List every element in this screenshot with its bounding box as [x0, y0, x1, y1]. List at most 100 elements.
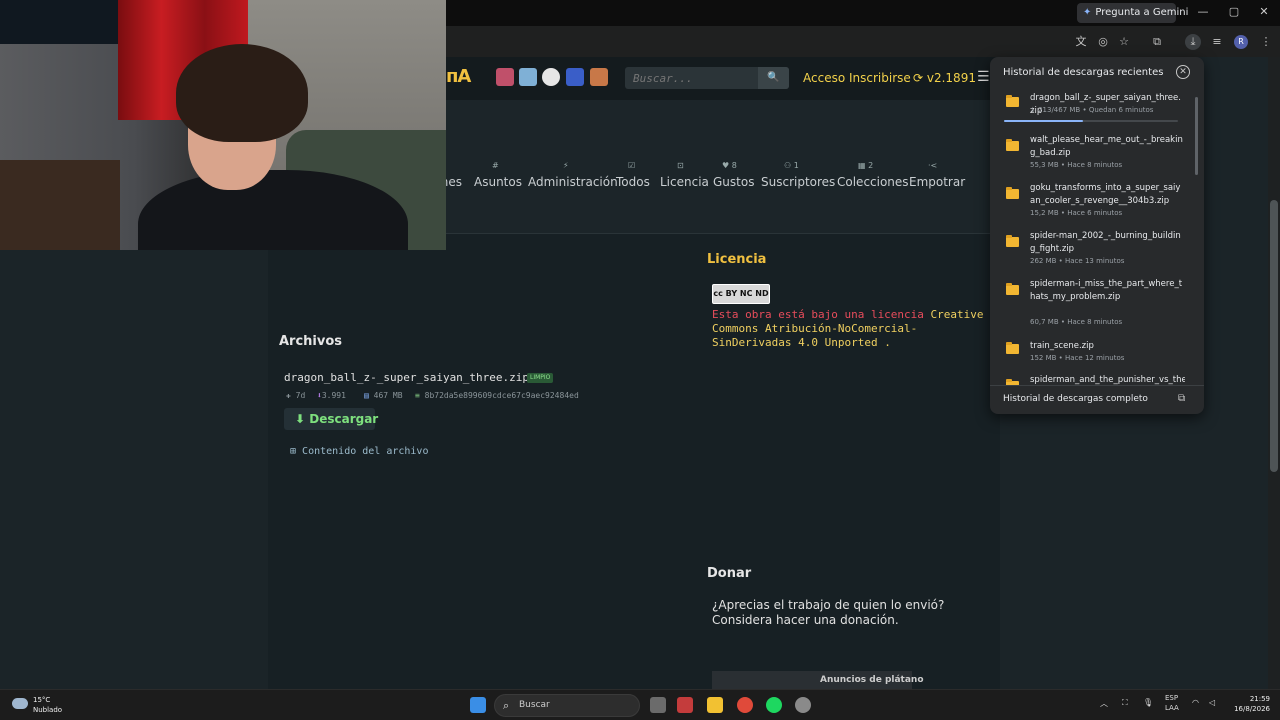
- tab-licencia[interactable]: Licencia: [660, 175, 709, 189]
- page-scrollbar-thumb[interactable]: [1270, 200, 1278, 472]
- tray-chevron-icon[interactable]: ︿: [1100, 698, 1108, 709]
- full-history-link[interactable]: Historial de descargas completo: [1003, 394, 1148, 404]
- downloads-icon[interactable]: ⤓: [1185, 34, 1201, 50]
- tab-suscriptores[interactable]: Suscriptores: [761, 175, 835, 189]
- search-input[interactable]: [633, 67, 757, 89]
- downloads-panel: Historial de descargas recientes ✕ drago…: [990, 57, 1204, 414]
- donate-title: Donar: [707, 566, 752, 581]
- close-icon[interactable]: ✕: [1176, 65, 1190, 79]
- sync-icon: ⟳: [913, 71, 927, 85]
- download-status: ↓ 213/467 MB • Quedan 6 minutos: [1030, 106, 1154, 114]
- download-name: train_scene.zip: [1030, 341, 1094, 351]
- profile-avatar[interactable]: R: [1234, 35, 1248, 49]
- weather-temp: 15°C: [33, 696, 51, 704]
- folder-icon: [1006, 342, 1019, 354]
- tab-partial[interactable]: nes: [446, 175, 462, 189]
- download-name: spiderman_and_the_punisher_vs_the_: [1030, 375, 1185, 385]
- download-status: 262 MB • Hace 13 minutos: [1030, 257, 1125, 265]
- tab-icon-licencia: ⊡: [677, 161, 684, 170]
- tab-gustos[interactable]: Gustos: [713, 175, 754, 189]
- downloads-list: dragon_ball_z-_super_saiyan_three.zip ↓ …: [990, 89, 1204, 385]
- translate-icon[interactable]: 文: [1073, 34, 1089, 50]
- signup-link[interactable]: Inscribirse: [849, 71, 911, 85]
- spotify-icon[interactable]: [766, 697, 782, 713]
- download-progress-fill: [1004, 120, 1084, 122]
- downloads-scrollbar[interactable]: [1195, 97, 1198, 175]
- clock-time: 21:59: [1249, 695, 1270, 703]
- extensions-icon[interactable]: ⧉: [1149, 34, 1165, 50]
- license-title: Licencia: [707, 252, 767, 267]
- close-window-button[interactable]: ✕: [1256, 5, 1272, 18]
- folder-icon: [1006, 283, 1019, 295]
- clock-plus-icon: ✚: [286, 391, 296, 400]
- language-indicator[interactable]: ESP LAA: [1165, 693, 1179, 713]
- folder-icon: [1006, 95, 1019, 107]
- download-name: dragon_ball_z-_super_saiyan_three.zip: [1030, 93, 1181, 116]
- cloud-icon[interactable]: [12, 698, 28, 709]
- files-title: Archivos: [279, 334, 343, 349]
- tab-icon-todos: ☑: [628, 161, 636, 170]
- file-age-value: 7d: [295, 391, 306, 400]
- webcam-overlay: [0, 0, 446, 250]
- download-status: 60,7 MB • Hace 8 minutos: [1030, 318, 1123, 326]
- volume-icon[interactable]: ◁: [1209, 698, 1215, 707]
- download-name: goku_transforms_into_a_super_saiyan_cool…: [1030, 183, 1181, 206]
- cc-license-badge[interactable]: cc BY NC ND: [712, 284, 770, 304]
- game-icon-1[interactable]: [496, 68, 514, 86]
- folder-icon: [1006, 235, 1019, 247]
- task-view-icon[interactable]: [650, 697, 666, 713]
- tab-asuntos[interactable]: Asuntos: [474, 175, 522, 189]
- site-logo[interactable]: ᴨA: [446, 67, 480, 87]
- game-icon-3[interactable]: [542, 68, 560, 86]
- search-icon: ⌕: [503, 699, 510, 712]
- download-name: spiderman-i_miss_the_part_where_thats_my…: [1030, 279, 1183, 302]
- wifi-icon[interactable]: ◠: [1192, 698, 1199, 707]
- file-size-value: 467 MB: [373, 391, 403, 400]
- file-size: ▤ 467 MB: [364, 391, 403, 400]
- game-icon-2[interactable]: [519, 68, 537, 86]
- minimize-button[interactable]: —: [1195, 5, 1211, 18]
- app-icon[interactable]: [677, 697, 693, 713]
- eye-off-icon[interactable]: ◎: [1095, 34, 1111, 50]
- weather-widget[interactable]: 15°C Nublado: [33, 695, 62, 715]
- tray-app-icon[interactable]: ⛶: [1122, 698, 1128, 708]
- taskbar-search-label: Buscar: [519, 700, 550, 710]
- taskbar-search[interactable]: ⌕ Buscar: [494, 694, 640, 717]
- download-arrow-icon: ⬇: [295, 412, 310, 426]
- file-explorer-icon[interactable]: [707, 697, 723, 713]
- hamburger-menu-icon[interactable]: ☰: [977, 69, 991, 85]
- tab-colecciones[interactable]: Colecciones: [837, 175, 909, 189]
- start-icon[interactable]: [470, 697, 486, 713]
- downloads-footer[interactable]: Historial de descargas completo ⧉: [990, 385, 1204, 414]
- tab-todos[interactable]: Todos: [616, 175, 650, 189]
- clean-badge: LIMPIO: [527, 373, 554, 383]
- weather-desc: Nublado: [33, 706, 63, 714]
- tab-icon-colecciones: ▦ 2: [858, 161, 874, 170]
- download-progress: [1004, 120, 1178, 122]
- tab-empotrar[interactable]: Empotrar: [909, 175, 965, 189]
- search-icon[interactable]: 🔍: [758, 67, 789, 89]
- open-external-icon[interactable]: ⧉: [1178, 393, 1185, 404]
- clock[interactable]: 21:59 16/8/2026: [1226, 694, 1270, 714]
- maximize-button[interactable]: ▢: [1226, 5, 1242, 18]
- folder-icon: [1006, 139, 1019, 151]
- version-label: v2.1891: [926, 71, 976, 85]
- steam-icon[interactable]: [795, 697, 811, 713]
- reading-list-icon[interactable]: ≡: [1209, 34, 1225, 50]
- bookmark-star-icon[interactable]: ☆: [1116, 34, 1132, 50]
- login-link[interactable]: Acceso: [803, 71, 845, 85]
- microphone-icon[interactable]: 🎙: [1143, 698, 1153, 707]
- file-contents-link[interactable]: ⊞ Contenido del archivo: [290, 446, 428, 457]
- menu-dots-icon[interactable]: ⋮: [1258, 34, 1274, 50]
- lang-top: ESP: [1165, 694, 1179, 702]
- download-button[interactable]: ⬇ Descargar: [284, 408, 378, 430]
- chrome-icon[interactable]: [737, 697, 753, 713]
- clock-date: 16/8/2026: [1234, 705, 1270, 713]
- gemini-button[interactable]: ✦ Pregunta a Gemini: [1077, 3, 1188, 23]
- download-name: walt_please_hear_me_out_-_breaking_bad.z…: [1030, 135, 1183, 158]
- game-icon-4[interactable]: [566, 68, 584, 86]
- game-icon-5[interactable]: [590, 68, 608, 86]
- version-link[interactable]: ⟳ v2.1891: [913, 71, 976, 85]
- tab-administracion[interactable]: Administración: [528, 175, 618, 189]
- folder-icon: [1006, 187, 1019, 199]
